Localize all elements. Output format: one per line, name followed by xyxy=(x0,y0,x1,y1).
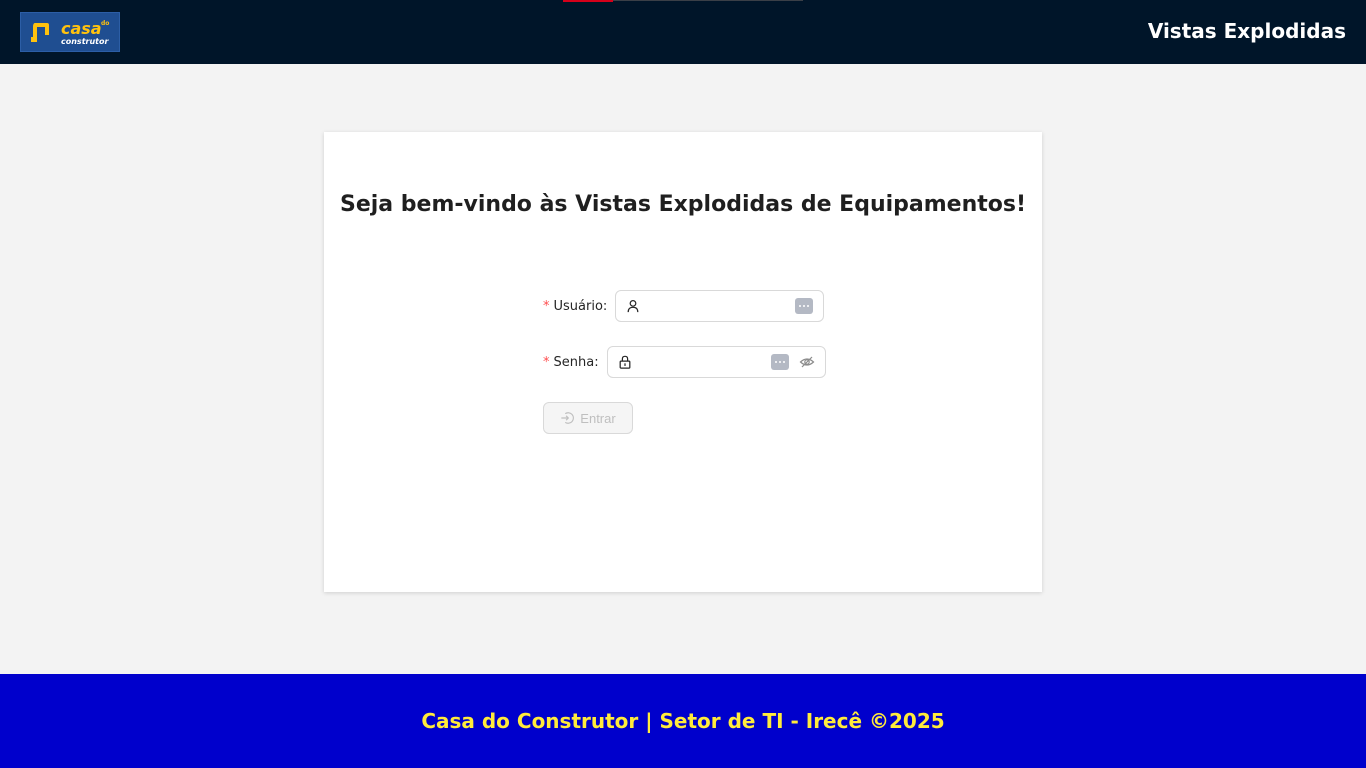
username-label: * Usuário: xyxy=(543,299,615,314)
label-colon: : xyxy=(602,298,608,314)
lock-icon xyxy=(619,355,631,369)
app-header: casa do construtor Vistas Explodidas xyxy=(0,0,1366,64)
welcome-heading: Seja bem-vindo às Vistas Explodidas de E… xyxy=(339,192,1027,217)
loading-progress-track xyxy=(613,0,803,1)
password-input[interactable] xyxy=(637,348,771,376)
username-label-text: Usuário xyxy=(553,298,603,314)
eye-invisible-icon[interactable] xyxy=(799,354,815,370)
username-row: * Usuário: xyxy=(543,290,825,322)
password-label-text: Senha xyxy=(553,354,595,370)
autofill-dots-icon[interactable] xyxy=(770,354,789,370)
user-icon xyxy=(627,299,639,313)
password-field[interactable] xyxy=(606,346,826,378)
username-field[interactable] xyxy=(615,290,825,322)
password-row: * Senha: xyxy=(543,346,826,378)
brand-logo[interactable]: casa do construtor xyxy=(20,12,120,52)
logo-text-casa: casa xyxy=(61,19,102,38)
autofill-dots-icon[interactable] xyxy=(795,298,814,314)
header-title: Vistas Explodidas xyxy=(1147,19,1346,43)
footer-text: Casa do Construtor | Setor de TI - Irecê… xyxy=(421,709,945,733)
login-button[interactable]: Entrar xyxy=(543,402,633,434)
logo-text-do: do xyxy=(101,20,109,27)
required-mark: * xyxy=(543,354,550,370)
logo-graphic: casa do construtor xyxy=(31,19,109,46)
label-colon: : xyxy=(594,354,599,370)
loading-progress-bar xyxy=(563,0,613,2)
required-mark: * xyxy=(543,298,550,314)
login-icon xyxy=(561,412,575,424)
logo-text-construtor: construtor xyxy=(61,37,109,46)
password-label: * Senha: xyxy=(543,355,607,370)
login-card: Seja bem-vindo às Vistas Explodidas de E… xyxy=(324,132,1042,592)
login-button-label: Entrar xyxy=(580,410,616,426)
username-input[interactable] xyxy=(646,292,796,320)
app-footer: Casa do Construtor | Setor de TI - Irecê… xyxy=(0,674,1366,768)
